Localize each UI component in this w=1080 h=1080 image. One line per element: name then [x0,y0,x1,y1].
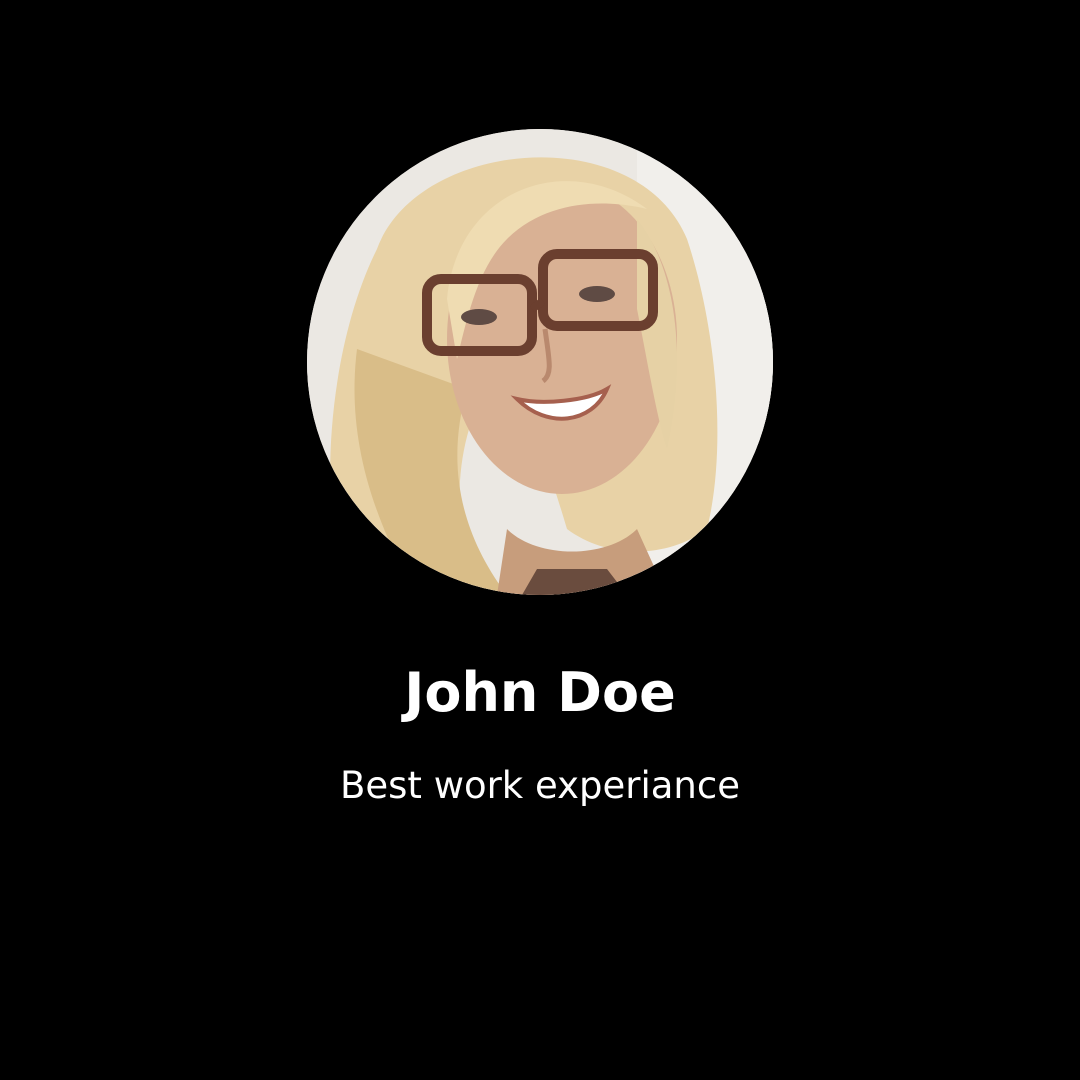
profile-card: John Doe Best work experiance [0,0,1080,1080]
avatar [307,129,773,595]
profile-name: John Doe [404,661,676,724]
profile-tagline: Best work experiance [340,764,740,807]
profile-photo-icon [307,129,773,595]
